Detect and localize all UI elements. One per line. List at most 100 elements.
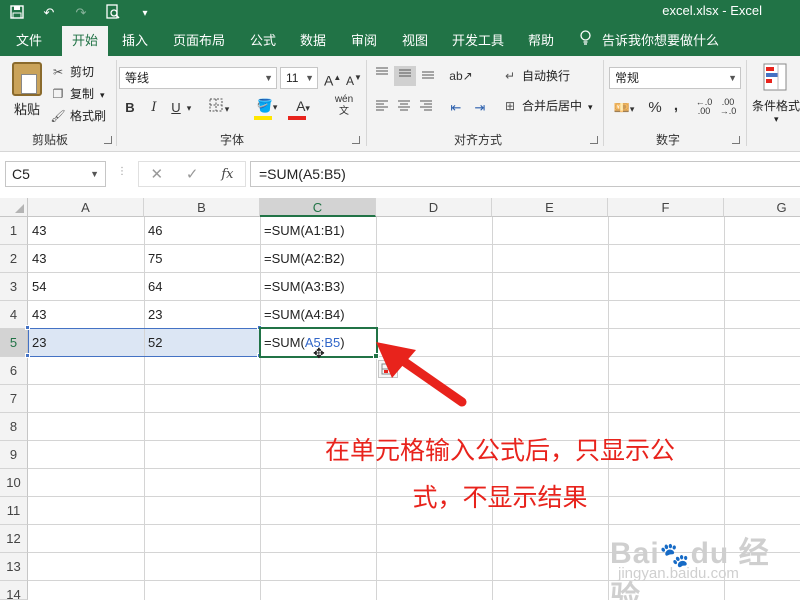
cell-c2[interactable]: =SUM(A2:B2) [261,245,345,273]
row-header-7[interactable]: 7 [0,385,28,413]
annotation-arrow-icon [376,342,467,407]
name-box[interactable]: C5 ▼ [5,161,106,187]
row-header-14[interactable]: 14 [0,581,28,600]
tab-data[interactable]: 数据 [290,26,336,56]
cell-c4[interactable]: =SUM(A4:B4) [261,301,345,329]
merge-center-button[interactable]: ⊞ 合并后居中 ▾ [502,96,593,116]
row-header-2[interactable]: 2 [0,245,28,273]
column-header-e[interactable]: E [492,198,608,217]
chevron-down-icon: ▾ [305,103,310,113]
bold-button[interactable]: B [122,98,138,118]
cell-b1[interactable]: 46 [145,217,162,245]
increase-decimal-button[interactable]: ←.0.00 [694,98,714,118]
comma-button[interactable]: , [668,96,684,116]
grow-font-button[interactable]: A▲ [324,68,341,89]
decrease-decimal-button[interactable]: .00 →.0 [718,98,738,118]
cell-b3[interactable]: 64 [145,273,162,301]
cell-a4[interactable]: 43 [29,301,46,329]
phonetic-guide-button[interactable]: wén 文 [330,94,358,117]
clipboard-launcher-icon[interactable] [104,136,112,144]
tab-file[interactable]: 文件 [6,26,52,56]
cell-b4[interactable]: 23 [145,301,162,329]
align-top-button[interactable] [372,66,392,86]
font-launcher-icon[interactable] [352,136,360,144]
range-handle[interactable] [25,353,30,358]
align-middle-button[interactable] [394,66,416,86]
cut-button[interactable]: ✂ 剪切 [50,62,94,82]
increase-indent-button[interactable]: ⇥ [470,98,490,118]
format-painter-button[interactable]: 🖌 格式刷 [50,106,106,126]
tab-review[interactable]: 审阅 [341,26,387,56]
number-format-combo[interactable]: 常规 ▼ [609,67,741,89]
resize-handle-icon[interactable]: ⋮ [117,166,127,177]
column-header-b[interactable]: B [144,198,260,217]
chevron-down-icon[interactable]: ▾ [184,98,194,118]
font-size-combo[interactable]: 11 ▼ [280,67,318,89]
tab-developer[interactable]: 开发工具 [446,26,510,56]
chevron-down-icon: ▾ [629,104,635,114]
number-group-label: 数字 [656,133,681,147]
font-name-combo[interactable]: 等线 ▼ [119,67,277,89]
row-header-9[interactable]: 9 [0,441,28,469]
row-header-12[interactable]: 12 [0,525,28,553]
cell-b2[interactable]: 75 [145,245,162,273]
row-header-6[interactable]: 6 [0,357,28,385]
enter-icon[interactable]: ✓ [186,165,199,183]
tab-insert[interactable]: 插入 [112,26,158,56]
tab-home[interactable]: 开始 [62,26,108,56]
alignment-launcher-icon[interactable] [590,136,598,144]
cell-a3[interactable]: 54 [29,273,46,301]
wrap-text-icon: ↵ [504,69,516,83]
borders-button[interactable]: ▾ [204,98,234,118]
row-header-3[interactable]: 3 [0,273,28,301]
align-left-button[interactable] [372,98,392,118]
cancel-icon[interactable]: ✕ [150,165,163,183]
paste-button[interactable]: 粘贴 [8,62,46,118]
column-header-a[interactable]: A [28,198,144,217]
tab-view[interactable]: 视图 [392,26,438,56]
select-all-button[interactable] [0,198,28,217]
row-header-4[interactable]: 4 [0,301,28,329]
tab-page-layout[interactable]: 页面布局 [168,26,230,56]
insert-function-icon[interactable]: fx [221,167,233,182]
align-center-button[interactable] [394,98,414,118]
baidu-watermark-logo: Bai🐾du 经验 [610,537,770,600]
font-color-button[interactable]: A▾ [288,96,318,116]
row-header-10[interactable]: 10 [0,469,28,497]
cell-c3[interactable]: =SUM(A3:B3) [261,273,345,301]
tell-me-box[interactable]: 告诉我你想要做什么 [580,26,719,56]
conditional-format-button[interactable]: 条件格式 [752,96,800,116]
row-header-1[interactable]: 1 [0,217,28,245]
cell-a1[interactable]: 43 [29,217,46,245]
column-header-f[interactable]: F [608,198,724,217]
underline-button[interactable]: U [168,98,184,118]
chevron-down-icon: ▾ [588,102,593,112]
number-launcher-icon[interactable] [732,136,740,144]
tab-help[interactable]: 帮助 [518,26,564,56]
column-header-d[interactable]: D [376,198,492,217]
cell-c1[interactable]: =SUM(A1:B1) [261,217,345,245]
decrease-indent-button[interactable]: ⇤ [446,98,466,118]
cut-label: 剪切 [70,65,95,79]
wrap-text-button[interactable]: ↵ 自动换行 [502,66,570,86]
copy-button[interactable]: ❐ 复制 ▾ [50,84,105,104]
row-header-8[interactable]: 8 [0,413,28,441]
orientation-button[interactable]: ab↗ [448,66,474,86]
align-right-button[interactable] [416,98,436,118]
row-header-13[interactable]: 13 [0,553,28,581]
shrink-font-button[interactable]: A▼ [346,68,362,88]
range-handle[interactable] [25,325,30,330]
accounting-format-button[interactable]: 💴▾ [610,98,638,118]
percent-button[interactable]: % [646,98,664,118]
fill-color-button[interactable]: 🪣▾ [252,96,282,116]
italic-button[interactable]: I [146,98,162,118]
row-header-11[interactable]: 11 [0,497,28,525]
cell-a2[interactable]: 43 [29,245,46,273]
lightbulb-icon [580,26,594,56]
tab-formulas[interactable]: 公式 [240,26,286,56]
column-header-c[interactable]: C [260,198,376,217]
align-bottom-button[interactable] [418,66,438,86]
column-header-g[interactable]: G [724,198,800,217]
row-header-5[interactable]: 5 [0,329,28,357]
formula-input[interactable]: =SUM(A5:B5) [250,161,800,187]
